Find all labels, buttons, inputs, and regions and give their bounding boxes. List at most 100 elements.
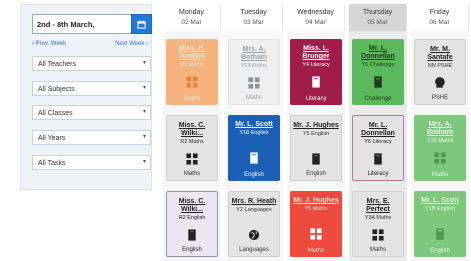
date-picker[interactable]: 2nd - 8th March, [32,14,152,34]
chevron-down-icon: ▾ [142,85,146,91]
lesson-card[interactable]: Miss. R. Tumbini R1 Maths Maths [166,39,218,105]
subjects-filter-label: All Subjects [38,86,75,93]
class-name: Y18 English [239,130,269,136]
subjects-filter-select[interactable]: All Subjects ▾ [32,81,151,96]
lesson-card[interactable]: Mrs. A. Botham Y28 Maths Maths [228,39,280,105]
day-header-friday: Friday 06 Mar [411,4,469,31]
timetable-app: 2nd - 8th March, ‹ Prev. Week Next Week … [0,0,471,261]
lesson-card[interactable]: Miss. C. Wilki... R2 Maths Maths [166,115,218,181]
lesson-card[interactable]: Mr. J. Hughes Y5 Maths Maths [290,191,342,257]
class-name: NN PSHE [427,63,453,69]
subject-label: Maths [183,171,201,177]
class-name: R2 Maths [180,139,204,145]
lesson-card[interactable]: Miss. L. Brunger Y4 Literacy Literacy [290,39,342,105]
chevron-down-icon: ▾ [142,134,146,140]
subject-label: Challenge [364,96,392,102]
day-name: Monday [179,9,204,16]
teacher-name: Miss. L. Brunger [302,45,330,60]
day-name: Friday [429,9,450,16]
lesson-card[interactable]: Mr. J. Hughes Y5 English English [290,115,342,181]
day-name: Tuesday [240,9,267,16]
teacher-name: Miss. C. Wilki... [178,122,206,137]
date-range-input[interactable]: 2nd - 8th March, [32,14,132,34]
subject-label: English [306,171,326,177]
subject-label: Maths [431,172,449,178]
teacher-name: Mr. L. Scott [421,197,459,204]
day-name: Wednesday [297,9,334,16]
calendar-icon [137,19,146,29]
lesson-card[interactable]: Mrs. A. Botham Y2B Maths Maths [414,115,466,181]
grid-icon [372,229,384,241]
subject-label: Maths [369,247,387,253]
classes-filter-label: All Classes [38,110,73,117]
day-date: 02 Mar [181,19,202,26]
chevron-down-icon: ▾ [142,60,146,66]
day-header-tuesday: Tuesday 03 Mar [225,4,283,31]
day-date: 03 Mar [243,19,264,26]
book-icon [374,153,382,165]
class-name: Y5 Maths [304,206,328,212]
lesson-card[interactable]: Mr. M. Santafe NN PSHE PSHE [414,39,466,105]
lesson-card[interactable]: Mrs. R. Heath Y2 Languages Languages [228,191,280,257]
teacher-name: Mrs. R. Heath [231,198,277,205]
chevron-down-icon: ▾ [142,159,146,165]
book-icon [374,76,382,88]
grid-icon [186,153,198,165]
class-name: R2 English [178,215,206,221]
lesson-card[interactable]: Mr. L. Donnellan Y6 Challenge Challenge [352,39,404,105]
lesson-card[interactable]: Mr. L. Donnellan Y6 Literacy Literacy [352,115,404,181]
teacher-name: Mrs. A. Botham [240,46,268,61]
subject-label: Maths [307,248,325,254]
class-name: Y3A Maths [364,215,392,221]
teacher-name: Mr. L. Donnellan [361,45,395,60]
class-name: Y2 Languages [236,207,272,213]
subject-label: Literacy [305,96,327,102]
teachers-filter-select[interactable]: All Teachers ▾ [32,56,151,71]
calendar-button[interactable] [131,14,152,34]
subject-label: Languages [239,247,269,253]
book-icon [436,228,444,240]
tasks-filter-select[interactable]: All Tasks ▾ [32,155,151,170]
years-filter-select[interactable]: All Years ▾ [32,130,151,145]
subject-label: PSHE [431,95,449,101]
class-name: Y6 Literacy [364,139,392,145]
teacher-name: Mrs. E. Perfect [366,198,390,213]
teacher-name: Mr. L. Scott [235,121,273,128]
day-date: 05 Mar [367,19,388,26]
tasks-filter-label: All Tasks [38,160,66,167]
day-header-thursday: Thursday 05 Mar [349,4,407,31]
next-week-link[interactable]: Next Week › [115,41,148,47]
filter-sidebar: 2nd - 8th March, ‹ Prev. Week Next Week … [20,4,152,190]
book-icon [312,153,320,165]
subject-label: Literacy [367,171,389,177]
class-name: R1 Maths [180,62,204,68]
lesson-card[interactable]: Miss. C. Wilki... R2 English English [166,191,218,257]
chevron-down-icon: ▾ [142,109,146,115]
lesson-card[interactable]: Mr. L. Scott Y1B English English [414,191,466,257]
lesson-card[interactable]: Mrs. E. Perfect Y3A Maths Maths [352,191,404,257]
teacher-name: Mr. J. Hughes [293,122,339,129]
class-name: Y5 English [302,131,330,137]
book-icon [250,152,258,164]
grid-icon [186,76,198,88]
day-header-wednesday: Wednesday 04 Mar [287,4,345,31]
day-name: Thursday [362,9,393,16]
teachers-filter-label: All Teachers [38,61,77,68]
subject-label: English [244,172,264,178]
globe-icon [248,229,260,241]
prev-week-link[interactable]: ‹ Prev. Week [32,41,66,47]
grid-icon [248,77,260,89]
lesson-card[interactable]: Mr. L. Scott Y18 English English [228,115,280,181]
teacher-name: Mr. J. Hughes [293,197,339,204]
day-date: 04 Mar [305,19,326,26]
teacher-name: Miss. C. Wilki... [178,198,206,213]
book-icon [312,76,320,88]
grid-icon [310,228,322,240]
teacher-name: Mr. L. Donnellan [361,122,395,137]
grid-icon [434,152,446,164]
class-name: Y1B English [425,206,455,212]
subject-label: Maths [183,96,201,102]
week-timetable: Monday 02 Mar Tuesday 03 Mar Wednesday 04 M… [163,4,471,261]
classes-filter-select[interactable]: All Classes ▾ [32,105,151,120]
class-name: Y4 Literacy [302,62,330,68]
